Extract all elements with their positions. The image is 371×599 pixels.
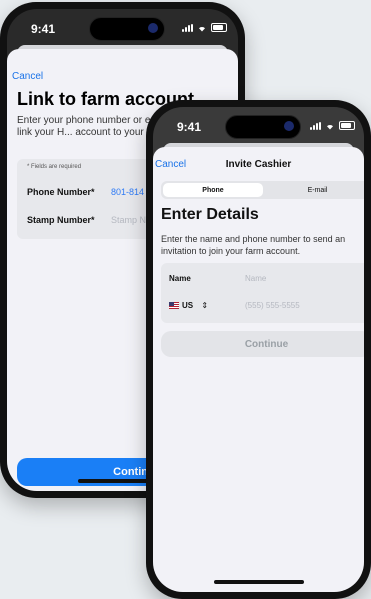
stamp-number-field[interactable]: Stamp N — [111, 215, 146, 225]
chevron-updown-icon: ⇕ — [201, 301, 209, 310]
wifi-icon — [199, 26, 205, 31]
signal-icon — [182, 23, 193, 32]
status-time: 9:41 — [177, 120, 202, 134]
status-bar: 9:41 — [7, 9, 238, 45]
form-card: Name Name US ⇕ (555) 555-5555 — [161, 263, 364, 323]
tab-email[interactable]: E-mail — [265, 183, 364, 197]
required-note: * Fields are required — [27, 164, 82, 170]
status-bar: 9:41 — [153, 107, 364, 143]
dynamic-island — [225, 115, 301, 139]
country-code: US — [182, 301, 194, 310]
phone-number-label: Phone Number* — [27, 187, 95, 197]
segmented-control: Phone E-mail — [161, 181, 364, 199]
system-icons — [310, 121, 355, 130]
system-icons — [182, 23, 227, 32]
phone-field[interactable]: (555) 555-5555 — [245, 301, 300, 310]
dynamic-island — [89, 17, 165, 41]
signal-icon — [310, 121, 321, 130]
battery-icon — [339, 121, 355, 130]
wifi-icon — [327, 124, 333, 129]
cancel-button[interactable]: Cancel — [12, 71, 43, 82]
phone-number-field[interactable]: 801-814 — [111, 187, 144, 197]
name-field[interactable]: Name — [245, 274, 266, 283]
us-flag-icon — [169, 302, 179, 310]
invite-sheet: Cancel Invite Cashier Phone E-mail Enter… — [153, 147, 364, 592]
battery-icon — [211, 23, 227, 32]
status-time: 9:41 — [31, 22, 56, 36]
continue-button[interactable]: Continue — [161, 331, 364, 357]
camera-icon — [284, 121, 294, 131]
tab-phone[interactable]: Phone — [163, 183, 263, 197]
page-title: Enter Details — [161, 206, 259, 223]
phone-invite-cashier: 9:41 Cancel Invite Cashier Phone E-mail … — [146, 100, 371, 599]
camera-icon — [148, 23, 158, 33]
phone-screen: 9:41 Cancel Invite Cashier Phone E-mail … — [153, 107, 364, 592]
nav-title: Invite Cashier — [225, 159, 292, 170]
country-picker[interactable]: US ⇕ — [169, 301, 208, 310]
home-indicator — [213, 580, 304, 584]
stamp-number-label: Stamp Number* — [27, 215, 95, 225]
description: Enter the name and phone number to send … — [161, 234, 346, 256]
name-label: Name — [169, 274, 191, 283]
